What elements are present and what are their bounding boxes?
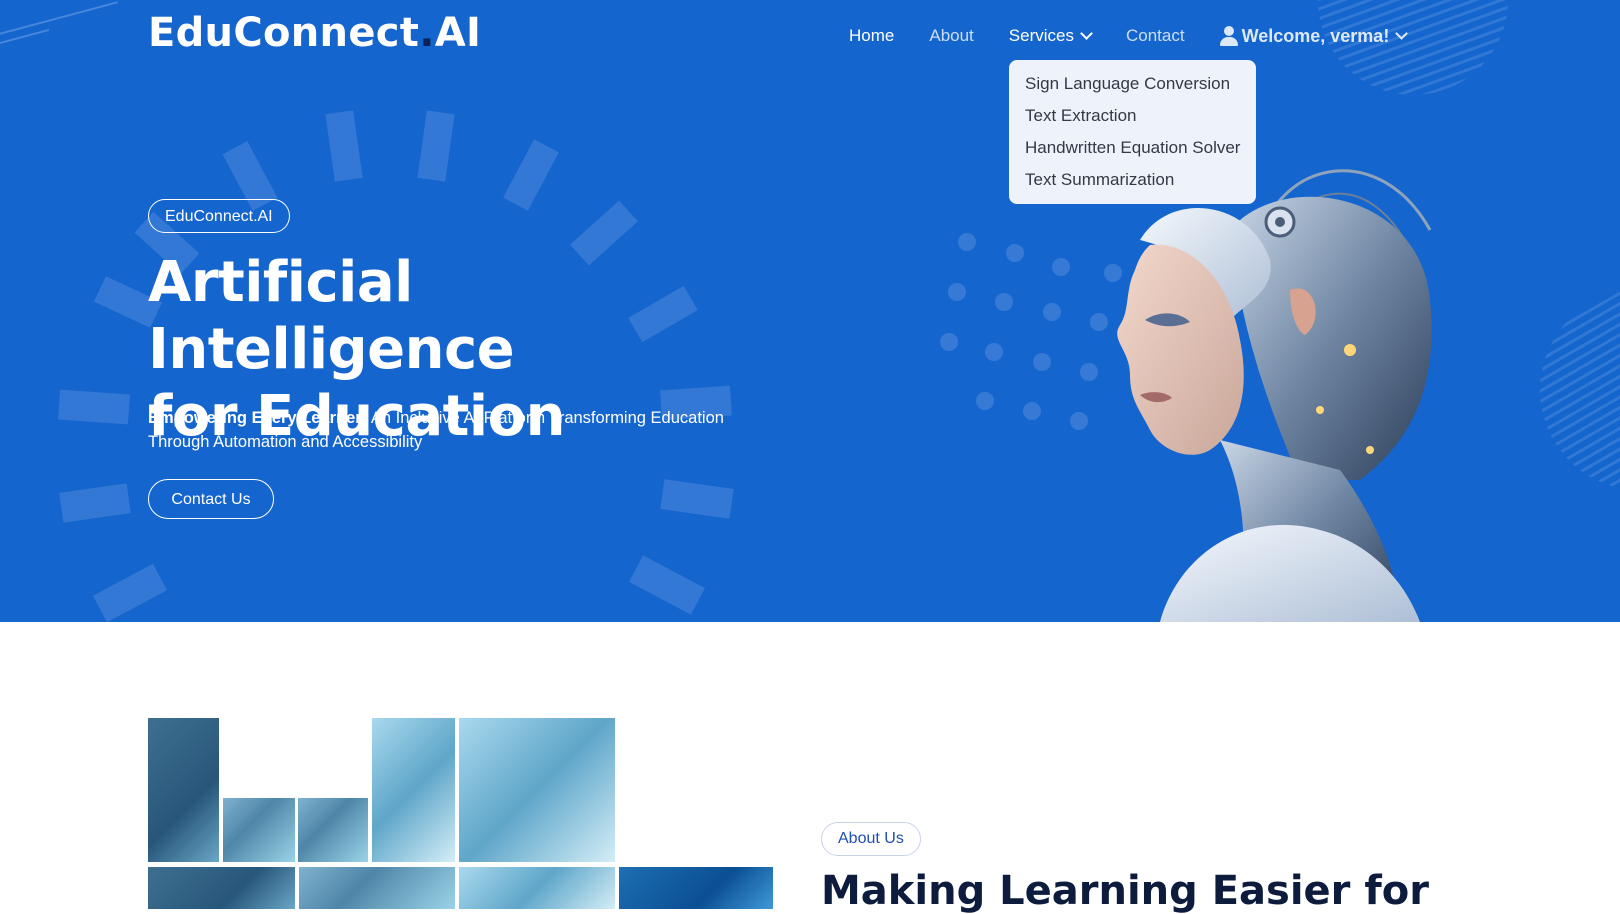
hero-subtitle: Empowering Every Learner: An Inclusive A… — [148, 406, 748, 454]
ai-robot-illustration — [1117, 169, 1432, 622]
decorative-dot — [958, 233, 976, 251]
about-image-mosaic — [148, 718, 773, 909]
nav-services-label: Services — [1008, 26, 1074, 45]
nav-about[interactable]: About — [929, 26, 973, 46]
decorative-line — [0, 1, 119, 37]
decorative-dot — [976, 392, 994, 410]
decorative-dot — [1080, 363, 1098, 381]
welcome-text: Welcome, verma! — [1241, 25, 1390, 46]
brand-name-suffix: AI — [434, 10, 482, 56]
mosaic-tile — [372, 718, 455, 862]
decorative-ray — [660, 479, 734, 519]
hero-badge: EduConnect.AI — [148, 199, 290, 233]
nav-contact[interactable]: Contact — [1126, 26, 1185, 46]
chevron-down-icon — [1080, 27, 1093, 40]
contact-us-button[interactable]: Contact Us — [148, 479, 274, 519]
decorative-ray — [92, 563, 168, 622]
nav-services[interactable]: Services — [1008, 26, 1093, 46]
decorative-dot — [995, 293, 1013, 311]
about-title: Making Learning Easier for — [821, 868, 1429, 914]
decorative-dot — [1043, 303, 1061, 321]
decorative-dot — [948, 283, 966, 301]
user-menu[interactable]: Welcome, verma! — [1219, 25, 1409, 47]
decorative-dot — [1006, 244, 1024, 262]
decorative-ray — [325, 110, 363, 182]
mosaic-tile — [223, 798, 295, 862]
brand-logo[interactable]: EduConnect.AI — [148, 10, 481, 56]
hero-subtitle-bold: Empowering Every Learner: — [148, 409, 368, 427]
decorative-ray — [59, 483, 131, 523]
menu-item-text-summarization[interactable]: Text Summarization — [1009, 164, 1256, 196]
chevron-down-icon — [1395, 27, 1409, 40]
brand-dot: . — [419, 10, 435, 56]
services-dropdown: Sign Language Conversion Text Extraction… — [1009, 60, 1256, 204]
main-nav: Home About Services Contact Welcome, ver… — [849, 24, 1409, 48]
decorative-ray — [58, 389, 130, 425]
brand-name-main: EduConnect — [148, 10, 420, 56]
decorative-dot — [940, 333, 958, 351]
decorative-dot — [1052, 258, 1070, 276]
decorative-ray — [417, 110, 455, 182]
nav-home[interactable]: Home — [849, 26, 894, 46]
user-icon — [1219, 26, 1238, 46]
menu-item-text-extraction[interactable]: Text Extraction — [1009, 100, 1256, 132]
decorative-ray — [503, 139, 559, 211]
about-badge: About Us — [821, 822, 921, 856]
mosaic-tile — [148, 718, 219, 862]
decorative-dot — [985, 343, 1003, 361]
menu-item-equation-solver[interactable]: Handwritten Equation Solver — [1009, 132, 1256, 164]
hero-section: EduConnect.AI Home About Services Contac… — [0, 0, 1620, 622]
decorative-stripes — [1540, 290, 1620, 490]
mosaic-tile — [459, 867, 615, 909]
decorative-dot — [1033, 353, 1051, 371]
mosaic-tile — [299, 867, 455, 909]
decorative-dot — [1070, 412, 1088, 430]
mosaic-tile — [298, 798, 368, 862]
hero-title-line1: Artificial Intelligence — [148, 250, 515, 382]
menu-item-sign-language[interactable]: Sign Language Conversion — [1009, 68, 1256, 100]
mosaic-tile — [459, 718, 615, 862]
decorative-dot — [1023, 402, 1041, 420]
decorative-ray — [629, 555, 705, 615]
mosaic-tile — [619, 867, 773, 909]
mosaic-tile — [148, 867, 295, 909]
